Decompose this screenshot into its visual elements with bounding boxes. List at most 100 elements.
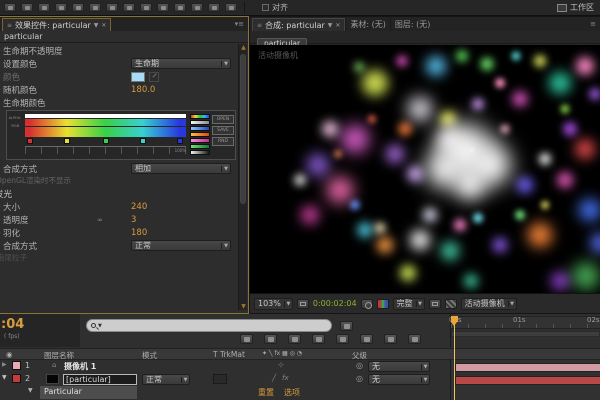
gradient-preset-swatch[interactable]: [190, 126, 210, 131]
brainstorm-icon[interactable]: [360, 334, 373, 344]
view-3d-dropdown[interactable]: 活动摄像机 ▼: [460, 297, 517, 310]
gradient-stop[interactable]: [26, 138, 33, 144]
layer-name-editbox[interactable]: [particular]: [63, 374, 137, 385]
workspace-switcher[interactable]: 工作区: [557, 2, 596, 13]
layer-name[interactable]: 摄像机 1: [64, 361, 96, 372]
scrollbar-thumb[interactable]: [240, 54, 246, 204]
current-time-indicator-line[interactable]: [454, 316, 455, 400]
parent-pickwhip-icon[interactable]: ◎: [356, 361, 363, 370]
alpha-bar[interactable]: [25, 114, 186, 118]
param-transfer-mode[interactable]: 合成方式 相加 ▼: [0, 162, 237, 175]
motion-blur-icon[interactable]: [336, 334, 349, 344]
transparency-grid-icon[interactable]: [444, 298, 457, 309]
layer-color-label[interactable]: [12, 374, 21, 383]
current-time-indicator-handle[interactable]: [451, 316, 458, 326]
gradient-stops[interactable]: [25, 137, 186, 146]
work-area-bar[interactable]: [451, 331, 600, 337]
layer-color-label[interactable]: [12, 361, 21, 370]
tool-zoom-icon[interactable]: [38, 3, 50, 12]
effect-reset-link[interactable]: 重置: [258, 387, 274, 398]
gradient-bar[interactable]: [25, 119, 186, 126]
gradient-stop[interactable]: [176, 138, 183, 144]
chevron-down-icon[interactable]: ▼: [94, 22, 99, 29]
chevron-down-icon[interactable]: ▼: [328, 22, 333, 29]
magnification-dropdown[interactable]: 103% ▼: [254, 297, 293, 310]
gradient-scale-slider[interactable]: 100%: [25, 146, 186, 154]
tool-pen-icon[interactable]: [123, 3, 135, 12]
param-glow-feather[interactable]: ▸ 羽化 180: [0, 226, 237, 239]
region-of-interest-icon[interactable]: [428, 298, 441, 309]
scroll-up-icon[interactable]: ▲: [239, 44, 248, 51]
current-timecode[interactable]: :04: [1, 317, 24, 332]
hide-shy-icon[interactable]: [288, 334, 301, 344]
gradient-preset-swatch[interactable]: [190, 132, 210, 137]
draft-3d-icon[interactable]: [264, 334, 277, 344]
tool-clone-stamp-icon[interactable]: [174, 3, 186, 12]
close-icon[interactable]: ✕: [335, 22, 340, 29]
effect-row-particular[interactable]: ▼ Particular 重置 选项: [0, 386, 600, 399]
time-ruler[interactable]: 00s01s02s: [449, 314, 600, 347]
tool-pan-behind-icon[interactable]: [89, 3, 101, 12]
gradient-stop[interactable]: [63, 138, 70, 144]
link-icon[interactable]: ∞: [97, 216, 131, 224]
layer-row-particular[interactable]: ▼ 2 [particular] 正常 ▼ ╱ fx ◎ 无 ▼: [0, 373, 600, 386]
param-glow-transfer-mode[interactable]: 合成方式 正常 ▼: [0, 239, 237, 252]
transfer-mode-dropdown[interactable]: 相加 ▼: [131, 163, 231, 174]
effect-options-link[interactable]: 选项: [284, 387, 300, 398]
trkmat-header[interactable]: T TrkMat: [213, 350, 245, 359]
panel-menu-icon[interactable]: ≡: [590, 20, 596, 28]
color-swatch[interactable]: [131, 71, 145, 82]
motion-blur-switch-icon[interactable]: ⊹: [278, 361, 284, 369]
safe-margins-icon[interactable]: [296, 298, 309, 309]
parent-dropdown[interactable]: 无 ▼: [368, 374, 430, 385]
param-set-color[interactable]: 设置颜色 生命期 ▼: [0, 57, 237, 70]
close-icon[interactable]: ✕: [101, 22, 106, 29]
gradient-save-button[interactable]: SAVE: [212, 126, 234, 135]
twirl-icon[interactable]: ▼: [2, 374, 7, 381]
gradient-preset-swatch[interactable]: [190, 120, 210, 125]
frame-blend-icon[interactable]: [312, 334, 325, 344]
snap-checkbox[interactable]: [262, 4, 269, 11]
gradient-preset-swatch[interactable]: [190, 150, 210, 155]
effect-panel-scrollbar[interactable]: ▲ ▼: [238, 44, 247, 310]
quality-switch-icon[interactable]: ╱: [272, 374, 276, 382]
param-color-over-life[interactable]: 生命期颜色: [0, 96, 237, 109]
scroll-down-icon[interactable]: ▼: [239, 303, 248, 310]
gradient-preset-swatch[interactable]: [190, 114, 210, 119]
snap-toggle[interactable]: 对齐: [262, 2, 288, 13]
param-color-random[interactable]: ▸ 随机颜色 180.0: [0, 83, 237, 96]
glow-transfer-mode-dropdown[interactable]: 正常 ▼: [131, 240, 231, 251]
show-channels-icon[interactable]: [376, 298, 389, 309]
param-glow-size[interactable]: ▸ 大小 240: [0, 200, 237, 213]
graph-editor-icon[interactable]: [408, 334, 421, 344]
parent-dropdown[interactable]: 无 ▼: [368, 361, 430, 372]
tool-puppet-pin-icon[interactable]: [225, 3, 237, 12]
tab-composition[interactable]: ≡ 合成: particular ▼ ✕: [252, 18, 346, 31]
set-color-dropdown[interactable]: 生命期 ▼: [131, 58, 231, 69]
tool-hand-icon[interactable]: [21, 3, 33, 12]
resolution-dropdown[interactable]: 完整 ▼: [392, 297, 425, 310]
tool-selection-icon[interactable]: [4, 3, 16, 12]
eyedropper-icon[interactable]: [149, 71, 159, 82]
param-opacity-over-life[interactable]: ▸ 生命期不透明度: [0, 44, 237, 57]
tool-type-icon[interactable]: [140, 3, 152, 12]
blend-mode-dropdown[interactable]: 正常 ▼: [142, 374, 190, 385]
gradient-stop[interactable]: [139, 138, 146, 144]
gradient-bar[interactable]: [25, 127, 186, 137]
gradient-stop[interactable]: [102, 138, 109, 144]
snapshot-camera-icon[interactable]: [360, 298, 373, 309]
fx-switch-icon[interactable]: fx: [282, 374, 289, 382]
timeline-timecode-area[interactable]: :04 ( fps): [0, 314, 80, 347]
parent-pickwhip-icon[interactable]: ◎: [356, 374, 363, 383]
param-value[interactable]: 240: [131, 202, 147, 212]
tool-eraser-icon[interactable]: [191, 3, 203, 12]
tool-unified-camera-icon[interactable]: [72, 3, 84, 12]
panel-menu-icon[interactable]: ▾≡: [235, 20, 244, 28]
color-over-life-gradient-editor[interactable]: ALPHA RGB 100% OPEN SAVE RND: [6, 110, 236, 160]
composition-viewport[interactable]: 活动摄像机: [250, 45, 600, 293]
param-glow-opacity[interactable]: ▸ 透明度 ∞ 3: [0, 213, 237, 226]
gradient-rnd-button[interactable]: RND: [212, 137, 234, 146]
trkmat-box[interactable]: [213, 374, 227, 384]
param-value[interactable]: 180: [131, 228, 147, 238]
timeline-search-input[interactable]: ▼: [86, 319, 332, 332]
